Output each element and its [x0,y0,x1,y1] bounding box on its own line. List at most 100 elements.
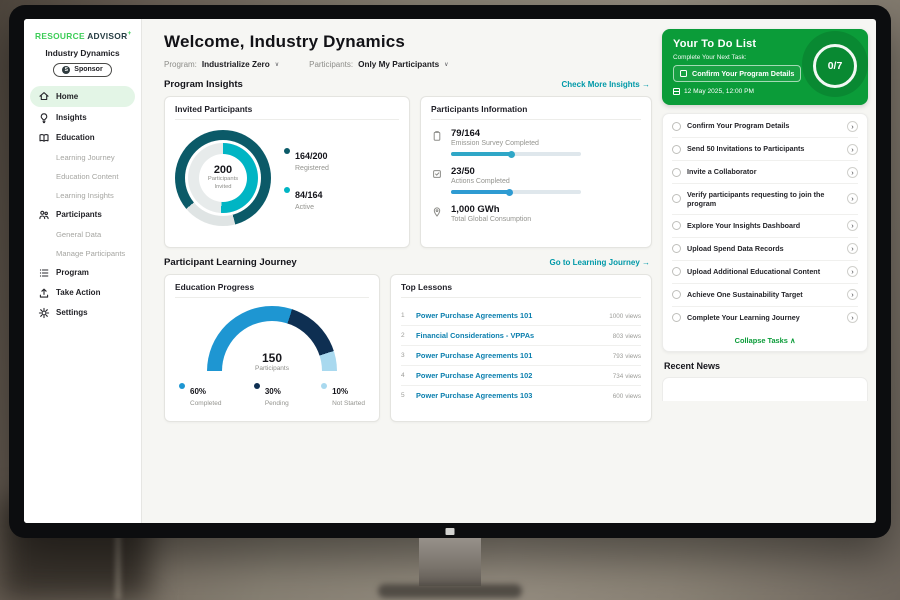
lesson-link[interactable]: Power Purchase Agreements 103 [416,391,604,400]
logo-resource-text: RESOURCE [35,31,85,41]
task-row[interactable]: Upload Spend Data Records › [672,238,858,261]
todo-tasks-card: Confirm Your Program Details › Send 50 I… [662,113,868,352]
program-filter-dropdown[interactable]: Program: Industrialize Zero ∨ [164,60,279,69]
sidebar-item-manage-participants[interactable]: Manage Participants [24,244,141,263]
dashboard-screen: RESOURCE ADVISOR+ Industry Dynamics S Sp… [24,19,876,523]
lesson-link[interactable]: Power Purchase Agreements 101 [416,351,604,360]
sidebar-item-settings[interactable]: Settings [24,303,141,323]
legend-value: 164/200 [295,151,328,161]
go-to-learning-journey-link[interactable]: Go to Learning Journey → [550,258,650,267]
chevron-right-icon[interactable]: › [847,266,858,277]
info-value: 79/164 [451,128,581,139]
checklist-icon [431,167,443,179]
info-label: Emission Survey Completed [451,140,581,147]
sidebar-item-label: Learning Journey [56,153,115,162]
sidebar-item-take-action[interactable]: Take Action [24,283,141,303]
sidebar-item-education-content[interactable]: Education Content [24,167,141,186]
todo-next-task[interactable]: Confirm Your Program Details [673,65,801,82]
lesson-views-label: views [625,373,641,380]
home-icon [38,90,50,102]
logo-plus-text: + [127,30,131,37]
section-title: Participant Learning Journey [164,257,297,268]
task-row[interactable]: Explore Your Insights Dashboard › [672,215,858,238]
info-value: 1,000 GWh [451,204,531,215]
lesson-link[interactable]: Power Purchase Agreements 101 [416,311,600,320]
checkbox-icon[interactable] [680,70,687,77]
clipboard-icon [431,129,443,141]
sidebar-item-home[interactable]: Home [30,86,135,107]
program-insights-header: Program Insights Check More Insights → [164,79,650,90]
sidebar-item-education[interactable]: Education [24,128,141,148]
task-label: Explore Your Insights Dashboard [687,221,841,230]
arrow-right-icon: → [642,80,650,89]
lesson-views: 600 [613,393,624,400]
education-progress-card: Education Progress 150 Participants [164,274,380,422]
sponsor-badge[interactable]: S Sponsor [53,63,111,77]
sidebar-item-general-data[interactable]: General Data [24,225,141,244]
sidebar-item-program[interactable]: Program [24,263,141,283]
sidebar-item-participants[interactable]: Participants [24,205,141,225]
invited-participants-card: Invited Participants 200 Participants In… [164,96,410,248]
chevron-right-icon[interactable]: › [847,144,858,155]
sidebar-item-label: Insights [56,113,87,122]
task-label: Send 50 Invitations to Participants [687,144,841,153]
task-row[interactable]: Achieve One Sustainability Target › [672,284,858,307]
task-row[interactable]: Upload Additional Educational Content › [672,261,858,284]
invited-donut-chart: 200 Participants Invited [175,130,271,226]
sidebar-item-label: Settings [56,308,88,317]
lesson-views: 803 [613,333,624,340]
chevron-right-icon[interactable]: › [847,167,858,178]
todo-due-text: 12 May 2025, 12:00 PM [684,88,754,95]
chevron-right-icon[interactable]: › [847,121,858,132]
info-value: 23/50 [451,166,581,177]
participants-filter-dropdown[interactable]: Participants: Only My Participants ∨ [309,60,448,69]
task-checkbox[interactable] [672,244,681,253]
card-title: Invited Participants [175,104,399,120]
task-row[interactable]: Complete Your Learning Journey › [672,307,858,329]
task-label: Verify participants requesting to join t… [687,190,841,209]
legend-label: Registered [295,165,329,172]
task-row[interactable]: Send 50 Invitations to Participants › [672,138,858,161]
sponsor-label: Sponsor [74,66,102,73]
sidebar-item-learning-journey[interactable]: Learning Journey [24,148,141,167]
task-checkbox[interactable] [672,313,681,322]
legend-label: Pending [265,400,289,407]
legend-dot-completed [179,383,185,389]
chevron-right-icon[interactable]: › [847,289,858,300]
lesson-views: 1000 [609,313,623,320]
filters-row: Program: Industrialize Zero ∨ Participan… [164,60,652,69]
task-checkbox[interactable] [672,290,681,299]
lesson-link[interactable]: Financial Considerations - VPPAs [416,331,604,340]
lesson-row: 3 Power Purchase Agreements 101 793views [401,346,641,366]
lesson-views-label: views [625,313,641,320]
chevron-right-icon[interactable]: › [847,220,858,231]
legend-value: 30% [265,387,281,396]
chevron-right-icon[interactable]: › [847,193,858,204]
legend-item: 60% Completed [179,381,221,407]
chevron-right-icon[interactable]: › [847,243,858,254]
card-title: Participants Information [431,104,641,120]
task-row[interactable]: Invite a Collaborator › [672,161,858,184]
info-label: Actions Completed [451,178,581,185]
sidebar-item-learning-insights[interactable]: Learning Insights [24,186,141,205]
task-row[interactable]: Verify participants requesting to join t… [672,184,858,215]
task-row[interactable]: Confirm Your Program Details › [672,115,858,138]
map-pin-icon [431,205,443,217]
task-checkbox[interactable] [672,145,681,154]
task-checkbox[interactable] [672,168,681,177]
chevron-right-icon[interactable]: › [847,312,858,323]
task-checkbox[interactable] [672,122,681,131]
lesson-link[interactable]: Power Purchase Agreements 102 [416,371,604,380]
gauge-center-label: Participants [207,365,337,372]
legend-label: Active [295,204,323,211]
task-checkbox[interactable] [672,194,681,203]
task-checkbox[interactable] [672,221,681,230]
collapse-tasks-link[interactable]: Collapse Tasks ∧ [672,329,858,351]
task-checkbox[interactable] [672,267,681,276]
sidebar-item-insights[interactable]: Insights [24,108,141,128]
legend-item: 30% Pending [254,381,289,407]
check-more-insights-link[interactable]: Check More Insights → [562,80,650,89]
org-block: Industry Dynamics S Sponsor [24,48,141,77]
sidebar-item-label: Learning Insights [56,191,114,200]
info-row: 79/164 Emission Survey Completed [431,128,641,156]
